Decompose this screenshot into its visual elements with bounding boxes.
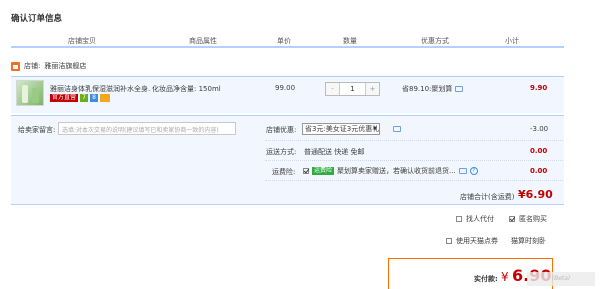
credit-card-icon[interactable] bbox=[100, 94, 111, 102]
insurance-text: 聚划算卖家赠送，若确认收货前退货... bbox=[337, 167, 456, 175]
help-icon[interactable]: ? bbox=[469, 167, 478, 175]
payment-label: 实付款: bbox=[474, 275, 498, 283]
column-header-discount: 优惠方式 bbox=[421, 37, 449, 45]
proxy-pay-label: 找人代付 bbox=[466, 215, 494, 223]
payment-currency: ¥ bbox=[501, 270, 509, 284]
memo-label: 给卖家留言: bbox=[18, 126, 56, 134]
shipping-amount: 0.00 bbox=[530, 147, 548, 155]
quantity-decrease-button[interactable]: - bbox=[326, 83, 339, 95]
column-header-attribute: 商品属性 bbox=[189, 37, 217, 45]
product-attribute: 化妆品净含量: 150ml bbox=[152, 85, 221, 93]
divider bbox=[265, 180, 563, 181]
anonymous-option[interactable]: 匿名购买 bbox=[509, 214, 547, 224]
watermark: (Beta) bbox=[527, 272, 595, 286]
message-icon[interactable] bbox=[393, 126, 401, 132]
insurance-tag: 运费险 bbox=[312, 167, 335, 175]
proxy-pay-option[interactable]: 找人代付 bbox=[456, 214, 494, 224]
item-discount: 省89.10:聚划算 bbox=[402, 84, 464, 94]
divider bbox=[265, 160, 563, 161]
product-thumbnail[interactable] bbox=[16, 80, 44, 106]
product-badges: 官方直营 7 8 bbox=[50, 94, 111, 102]
tmall-points-label: 使用天猫点券 bbox=[456, 237, 498, 245]
guarantee-icon[interactable]: 8 bbox=[90, 94, 99, 102]
official-store-badge[interactable]: 官方直营 bbox=[50, 94, 79, 102]
column-header-subtotal: 小计 bbox=[505, 37, 519, 45]
shop-discount-label: 店铺优惠: bbox=[266, 126, 297, 134]
shop-label: 店铺: bbox=[24, 62, 41, 70]
shop-discount-selected: 省3元:美女证3元优惠礼券 bbox=[305, 125, 380, 133]
shipping-label: 运送方式: bbox=[266, 148, 297, 156]
message-icon[interactable] bbox=[458, 168, 467, 174]
shop-discount-select[interactable]: 省3元:美女证3元优惠礼券 ▼ bbox=[302, 123, 380, 135]
column-header-row: 店铺宝贝 商品属性 单价 数量 优惠方式 小计 bbox=[11, 34, 564, 48]
anonymous-label: 匿名购买 bbox=[519, 215, 547, 223]
shop-name-link[interactable]: 雅丽洁旗舰店 bbox=[44, 61, 86, 71]
seven-day-return-icon[interactable]: 7 bbox=[80, 94, 89, 102]
column-header-price: 单价 bbox=[277, 37, 291, 45]
quantity-input[interactable]: 1 bbox=[339, 83, 366, 95]
shop-row: 店铺: 雅丽洁旗舰店 bbox=[11, 60, 86, 72]
shop-total-value: ¥6.90 bbox=[518, 188, 553, 201]
proxy-pay-checkbox[interactable] bbox=[456, 216, 462, 222]
quantity-stepper: - 1 + bbox=[325, 82, 380, 96]
product-name-link[interactable]: 雅丽洁身体乳保湿滋润补水全身... bbox=[50, 84, 150, 94]
page-title: 确认订单信息 bbox=[11, 14, 63, 24]
tmall-points-note: 猫算时刻卧 bbox=[511, 237, 546, 245]
shop-total-label: 店铺合计(含运费) bbox=[460, 193, 515, 201]
divider bbox=[265, 140, 563, 141]
insurance-amount: 0.00 bbox=[530, 167, 548, 175]
item-subtotal: 9.90 bbox=[530, 84, 548, 92]
memo-input[interactable]: 选填:对本次交易的说明(建议填写已和卖家协商一致的内容) bbox=[58, 122, 236, 135]
insurance-label: 运费险: bbox=[272, 168, 296, 176]
message-icon[interactable] bbox=[455, 86, 464, 92]
chevron-down-icon: ▼ bbox=[373, 126, 377, 132]
column-header-quantity: 数量 bbox=[343, 37, 357, 45]
shop-discount-amount: -3.00 bbox=[530, 125, 549, 133]
shop-icon bbox=[11, 61, 20, 71]
insurance-checkbox[interactable] bbox=[303, 168, 309, 174]
column-header-shop-item: 店铺宝贝 bbox=[68, 37, 96, 45]
insurance-row: 运费险 聚划算卖家赠送，若确认收货前退货... ? bbox=[303, 166, 478, 176]
unit-price: 99.00 bbox=[275, 84, 296, 92]
tmall-points-checkbox[interactable] bbox=[446, 238, 452, 244]
tmall-points-option[interactable]: 使用天猫点券 bbox=[446, 236, 498, 246]
anonymous-checkbox[interactable] bbox=[509, 216, 515, 222]
quantity-increase-button[interactable]: + bbox=[366, 83, 379, 95]
shipping-method: 普通配送 快递 免邮 bbox=[304, 148, 365, 156]
item-discount-text: 省89.10:聚划算 bbox=[402, 85, 453, 93]
